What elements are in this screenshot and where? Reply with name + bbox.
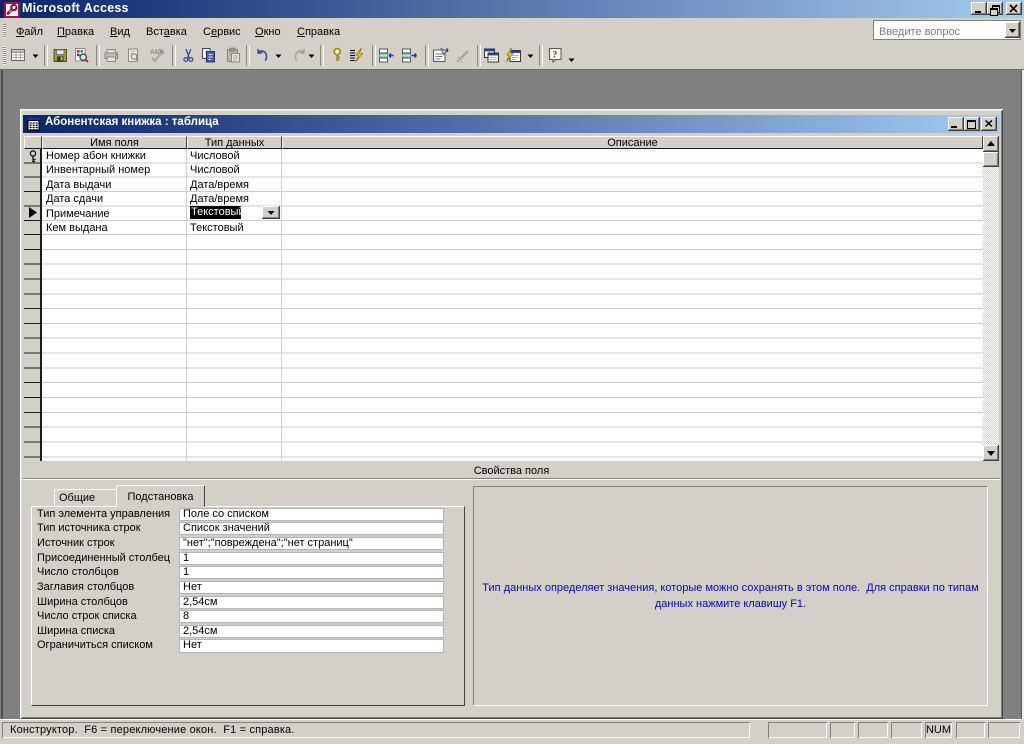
svg-text:?: ? (553, 51, 558, 61)
